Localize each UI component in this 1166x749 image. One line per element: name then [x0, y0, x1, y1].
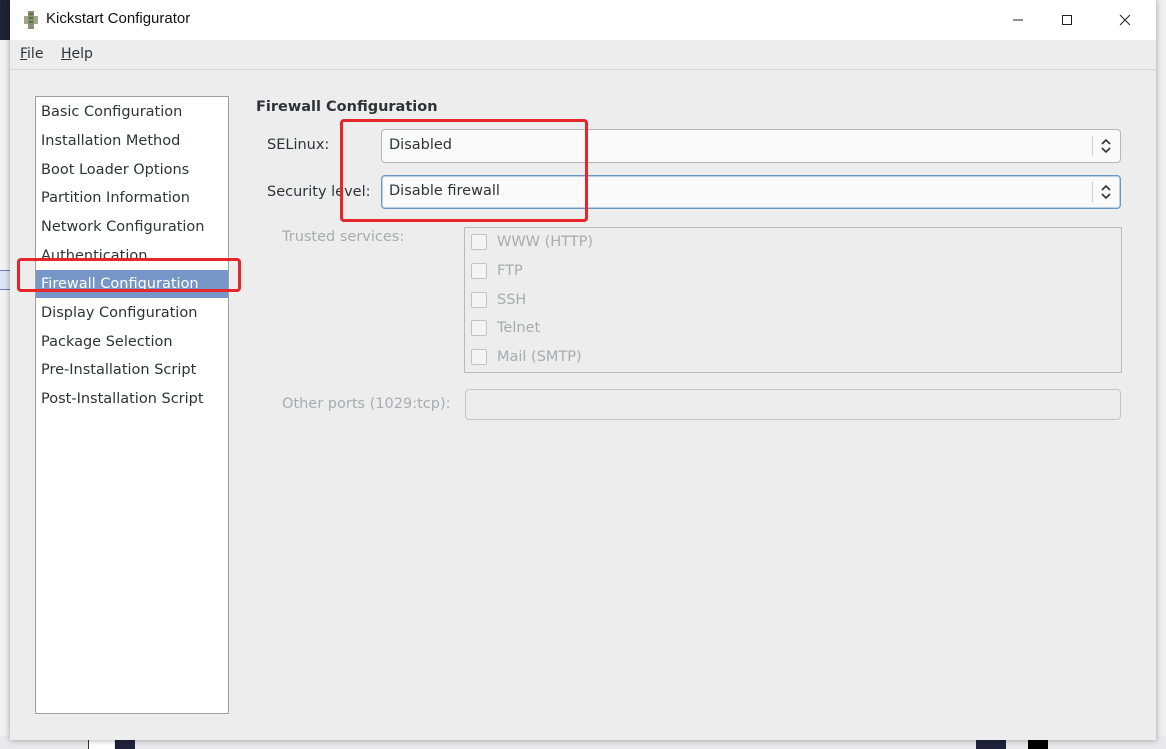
checkbox-icon — [471, 263, 487, 279]
other-ports-input[interactable] — [465, 389, 1121, 420]
section-title: Firewall Configuration — [256, 99, 438, 115]
minimize-button[interactable] — [995, 0, 1041, 40]
service-www-checkbox[interactable]: WWW (HTTP) — [471, 232, 593, 252]
kickstart-app-icon — [22, 10, 40, 30]
service-www-label: WWW (HTTP) — [497, 234, 594, 250]
sidebar-nav: Basic Configuration Installation Method … — [35, 96, 229, 714]
security-level-value: Disable firewall — [389, 183, 500, 199]
kickstart-window: Kickstart Configurator File Help Basic C… — [10, 0, 1156, 740]
dropdown-separator — [1092, 182, 1093, 202]
sidebar-item-firewall-configuration[interactable]: Firewall Configuration — [36, 270, 228, 298]
title-bar[interactable]: Kickstart Configurator — [10, 0, 1156, 40]
sidebar-item-display-configuration[interactable]: Display Configuration — [36, 299, 228, 327]
service-mail-label: Mail (SMTP) — [497, 349, 582, 365]
background-desktop-right — [1156, 0, 1166, 749]
sidebar-item-installation-method[interactable]: Installation Method — [36, 127, 228, 155]
sidebar-item-partition-information[interactable]: Partition Information — [36, 184, 228, 212]
checkbox-icon — [471, 292, 487, 308]
dropdown-separator — [1092, 136, 1093, 156]
service-ssh-checkbox[interactable]: SSH — [471, 290, 526, 310]
sidebar-item-package-selection[interactable]: Package Selection — [36, 328, 228, 356]
menu-bar: File Help — [10, 40, 1156, 70]
sidebar-item-post-installation-script[interactable]: Post-Installation Script — [36, 385, 228, 413]
maximize-icon — [1062, 15, 1072, 25]
minimize-icon — [1013, 19, 1023, 21]
maximize-button[interactable] — [1044, 0, 1090, 40]
background-desktop-left — [0, 0, 10, 749]
sidebar-item-boot-loader-options[interactable]: Boot Loader Options — [36, 156, 228, 184]
service-ftp-checkbox[interactable]: FTP — [471, 261, 523, 281]
selinux-dropdown[interactable]: Disabled — [381, 129, 1121, 163]
service-ftp-label: FTP — [497, 263, 523, 279]
service-telnet-label: Telnet — [497, 320, 541, 336]
updown-chevron-icon — [1098, 182, 1114, 202]
menu-file[interactable]: File — [20, 46, 43, 62]
sidebar-item-basic-configuration[interactable]: Basic Configuration — [36, 98, 228, 126]
security-level-label: Security level: — [267, 184, 371, 200]
close-icon — [1119, 14, 1131, 26]
trusted-services-group: WWW (HTTP) FTP SSH Telnet Mail (SMTP) — [464, 227, 1122, 373]
updown-chevron-icon — [1098, 136, 1114, 156]
security-level-dropdown[interactable]: Disable firewall — [381, 175, 1121, 209]
sidebar-item-authentication[interactable]: Authentication — [36, 242, 228, 270]
checkbox-icon — [471, 234, 487, 250]
selinux-label: SELinux: — [267, 137, 330, 153]
sidebar-item-network-configuration[interactable]: Network Configuration — [36, 213, 228, 241]
trusted-services-label: Trusted services: — [282, 229, 405, 245]
checkbox-icon — [471, 349, 487, 365]
service-ssh-label: SSH — [497, 292, 527, 308]
service-mail-checkbox[interactable]: Mail (SMTP) — [471, 347, 582, 367]
service-telnet-checkbox[interactable]: Telnet — [471, 318, 540, 338]
selinux-value: Disabled — [389, 137, 452, 153]
checkbox-icon — [471, 320, 487, 336]
sidebar-item-pre-installation-script[interactable]: Pre-Installation Script — [36, 356, 228, 384]
window-title: Kickstart Configurator — [46, 10, 191, 27]
other-ports-label: Other ports (1029:tcp): — [282, 396, 451, 412]
menu-help[interactable]: Help — [61, 46, 93, 62]
close-button[interactable] — [1102, 0, 1148, 40]
